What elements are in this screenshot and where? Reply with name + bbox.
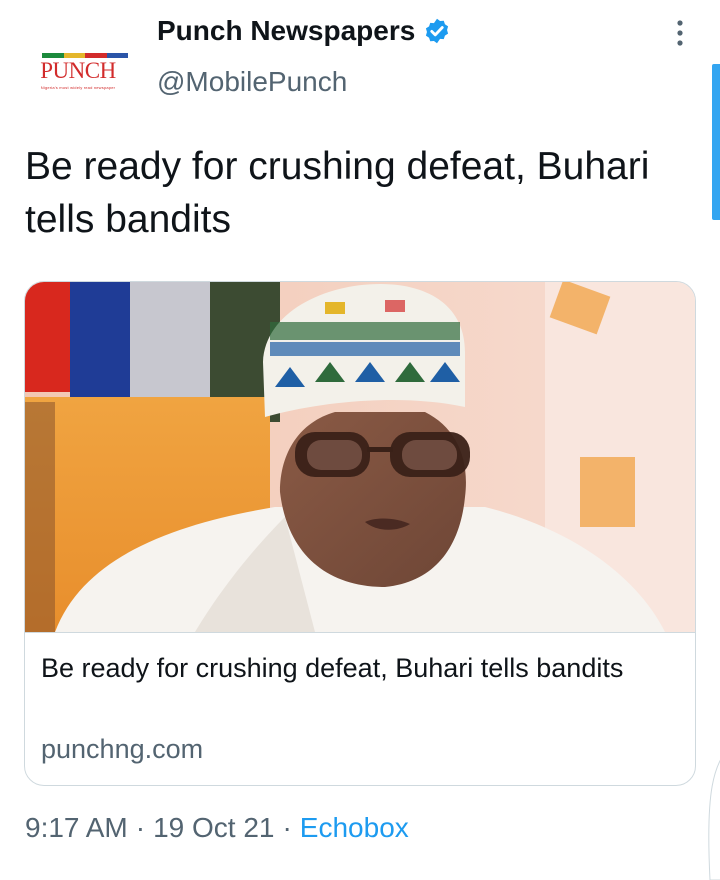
card-title[interactable]: Be ready for crushing defeat, Buhari tel… — [41, 649, 661, 688]
verified-badge-icon — [426, 18, 449, 44]
tweet-metadata: 9:17 AM · 19 Oct 21 · Echobox — [25, 812, 409, 844]
name-row: Punch Newspapers — [157, 15, 451, 47]
tweet-time[interactable]: 9:17 AM — [25, 812, 128, 844]
logo-tagline: Nigeria's most widely read newspaper — [40, 84, 116, 90]
tweet-text: Be ready for crushing defeat, Buhari tel… — [25, 145, 650, 241]
link-preview-card[interactable]: Be ready for crushing defeat, Buhari tel… — [24, 281, 696, 786]
scrollbar[interactable] — [712, 64, 720, 220]
edge-overlay-curve — [708, 759, 720, 880]
logo-wordmark: PUNCH — [40, 57, 116, 83]
tweet-date[interactable]: 19 Oct 21 — [153, 812, 274, 844]
punch-logo: PUNCH — [40, 52, 129, 83]
display-name[interactable]: Punch Newspapers — [157, 15, 415, 47]
separator-dot: · — [135, 812, 146, 843]
logo-color-bars — [42, 52, 129, 58]
news-photo-image[interactable] — [25, 282, 695, 633]
tweet-header: PUNCH Nigeria's most widely read newspap… — [0, 0, 720, 120]
card-domain[interactable]: punchng.com — [41, 734, 203, 765]
user-handle[interactable]: @MobilePunch — [157, 66, 347, 98]
more-options-icon[interactable] — [670, 18, 690, 48]
avatar[interactable]: PUNCH Nigeria's most widely read newspap… — [28, 20, 129, 120]
tweet-source-link[interactable]: Echobox — [300, 812, 409, 844]
separator-dot: · — [282, 812, 292, 843]
